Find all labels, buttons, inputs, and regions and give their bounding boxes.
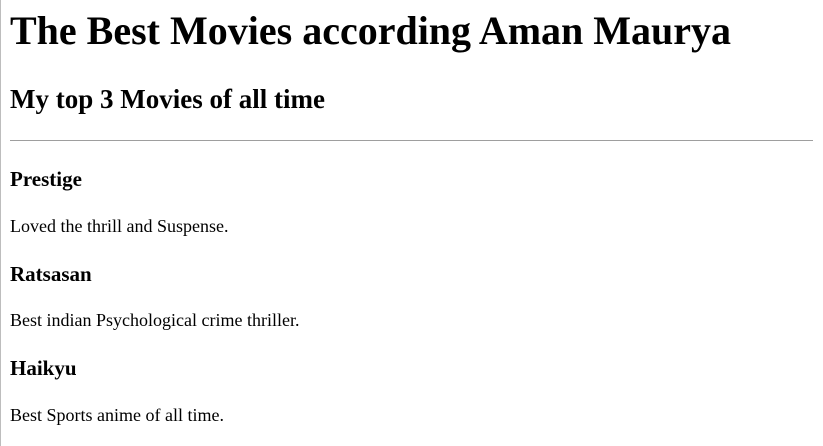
page-subtitle: My top 3 Movies of all time — [10, 84, 325, 114]
movie-title: Prestige — [10, 167, 82, 191]
movie-item: Prestige Loved the thrill and Suspense. — [10, 167, 813, 237]
movie-item: Haikyu Best Sports anime of all time. — [10, 356, 813, 426]
movie-description: Loved the thrill and Suspense. — [10, 216, 229, 236]
movie-item: Ratsasan Best indian Psychological crime… — [10, 262, 813, 331]
movie-description: Best Sports anime of all time. — [10, 405, 224, 425]
movie-description: Best indian Psychological crime thriller… — [10, 310, 300, 330]
section-divider — [10, 140, 813, 141]
movie-title: Haikyu — [10, 356, 77, 380]
page-title: The Best Movies according Aman Maurya — [10, 8, 732, 53]
movie-list: Prestige Loved the thrill and Suspense. … — [10, 167, 813, 426]
page-content: The Best Movies according Aman Maurya My… — [0, 0, 823, 426]
movie-title: Ratsasan — [10, 262, 92, 286]
